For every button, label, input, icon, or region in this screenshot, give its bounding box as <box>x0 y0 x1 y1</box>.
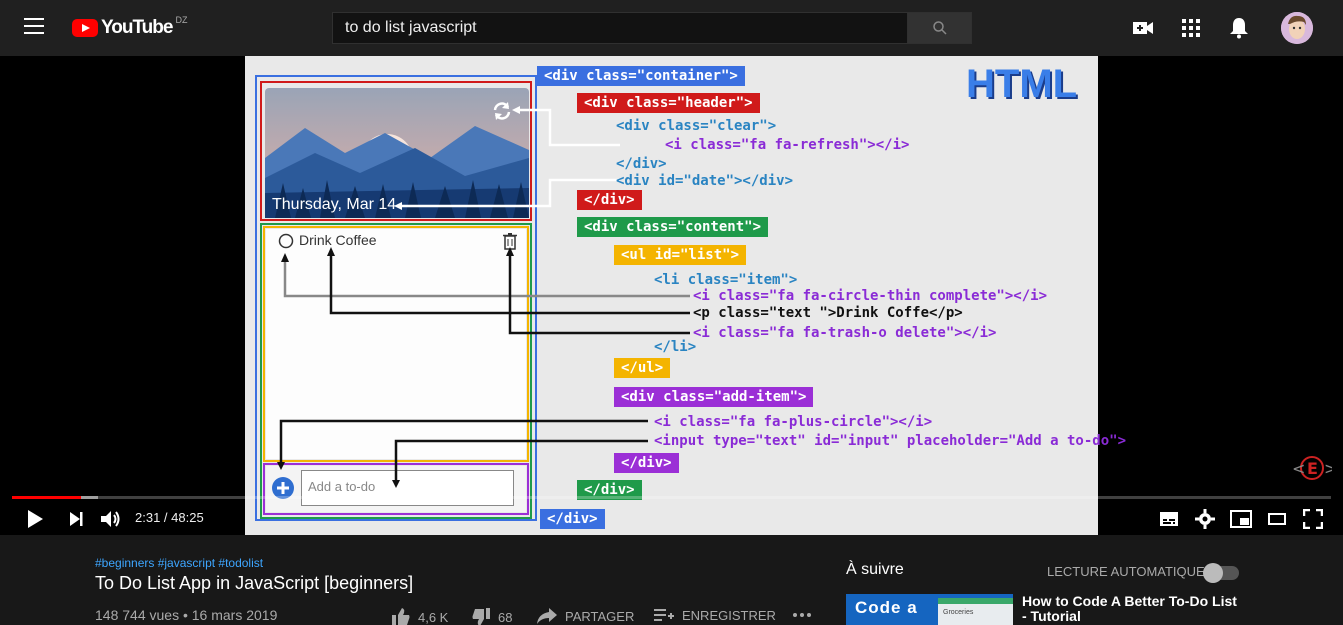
autoplay-toggle[interactable] <box>1203 562 1239 583</box>
video-title: To Do List App in JavaScript [beginners] <box>95 573 414 593</box>
theater-mode-button[interactable] <box>1266 508 1288 530</box>
video-meta: 148 744 vues • 16 mars 2019 <box>95 607 278 623</box>
thumbs-down-icon <box>472 608 490 625</box>
container-close-tag: </div> <box>540 509 605 529</box>
gear-icon <box>1195 509 1215 529</box>
svg-text:<: < <box>1292 459 1305 478</box>
thumbnail-app-preview: Groceries <box>938 604 1013 625</box>
autoplay-label: LECTURE AUTOMATIQUE <box>1047 564 1205 579</box>
playlist-add-icon <box>654 608 674 621</box>
ul-open-tag: <ul id="list"> <box>614 245 747 265</box>
share-arrow-icon <box>537 608 557 624</box>
save-label: ENREGISTRER <box>682 608 776 623</box>
html-label: HTML <box>966 62 1078 106</box>
volume-icon <box>101 511 120 527</box>
fullscreen-button[interactable] <box>1302 508 1324 530</box>
more-horizontal-icon <box>793 613 811 617</box>
volume-button[interactable] <box>100 508 122 530</box>
settings-button[interactable] <box>1194 508 1216 530</box>
next-video-thumbnail[interactable]: Code a Groceries <box>846 594 1013 625</box>
clear-close-code: </div> <box>616 156 667 172</box>
dislike-count: 68 <box>498 609 513 625</box>
next-button[interactable] <box>65 508 87 530</box>
save-button[interactable]: ENREGISTRER <box>654 608 776 623</box>
video-hashtags[interactable]: #beginners #javascript #todolist <box>95 556 263 570</box>
clear-open-code: <div class="clear"> <box>616 118 777 134</box>
svg-text:>: > <box>1324 459 1332 478</box>
circle-icon-code: <i class="fa fa-circle-thin complete"></… <box>693 288 1048 304</box>
play-button[interactable] <box>24 508 46 530</box>
ul-close-tag: </ul> <box>614 358 671 378</box>
svg-text:E: E <box>1307 459 1318 478</box>
miniplayer-icon <box>1230 510 1252 528</box>
dislike-button[interactable]: 68 <box>472 608 512 625</box>
thumbnail-title-text: Code a <box>855 598 918 617</box>
progress-bar[interactable] <box>12 496 1331 499</box>
header-close-tag: </div> <box>577 190 642 210</box>
li-close-code: </li> <box>654 339 697 355</box>
fullscreen-icon <box>1303 509 1323 529</box>
content-open-tag: <div class="content"> <box>577 217 769 237</box>
like-button[interactable]: 4,6 K <box>392 608 448 625</box>
channel-watermark-icon: E< > <box>1292 456 1332 480</box>
trash-icon-code: <i class="fa fa-trash-o delete"></i> <box>693 325 997 341</box>
additem-open-tag: <div class="add-item"> <box>614 387 814 407</box>
share-button[interactable]: PARTAGER <box>537 608 634 624</box>
progress-played <box>12 496 81 499</box>
share-label: PARTAGER <box>565 608 635 624</box>
play-icon <box>28 510 43 528</box>
up-next-heading: À suivre <box>846 561 904 578</box>
plus-icon-code: <i class="fa fa-plus-circle"></i> <box>654 414 933 430</box>
container-open-tag: <div class="container"> <box>537 66 745 86</box>
thumbnail-app-header <box>938 598 1013 604</box>
header-open-tag: <div class="header"> <box>577 93 760 113</box>
input-tag-code: <input type="text" id="input" placeholde… <box>654 433 1127 449</box>
theater-icon <box>1268 513 1286 525</box>
like-count: 4,6 K <box>418 609 449 625</box>
subtitles-button[interactable] <box>1158 508 1180 530</box>
time-display: 2:31 / 48:25 <box>135 510 204 525</box>
li-open-code: <li class="item"> <box>654 272 798 288</box>
subtitles-icon <box>1160 512 1178 526</box>
next-video-title[interactable]: How to Code A Better To-Do List - Tutori… <box>1022 594 1242 624</box>
thumbnail-app-preview-text: Groceries <box>943 609 974 616</box>
date-div-code: <div id="date"></div> <box>616 173 794 189</box>
more-actions-button[interactable] <box>792 612 812 618</box>
additem-close-tag: </div> <box>614 453 679 473</box>
refresh-icon-code: <i class="fa fa-refresh"></i> <box>665 137 910 153</box>
skip-next-icon <box>70 512 83 526</box>
p-text-code: <p class="text ">Drink Coffe</p> <box>693 305 963 321</box>
miniplayer-button[interactable] <box>1230 508 1252 530</box>
thumbs-up-icon <box>392 608 410 625</box>
